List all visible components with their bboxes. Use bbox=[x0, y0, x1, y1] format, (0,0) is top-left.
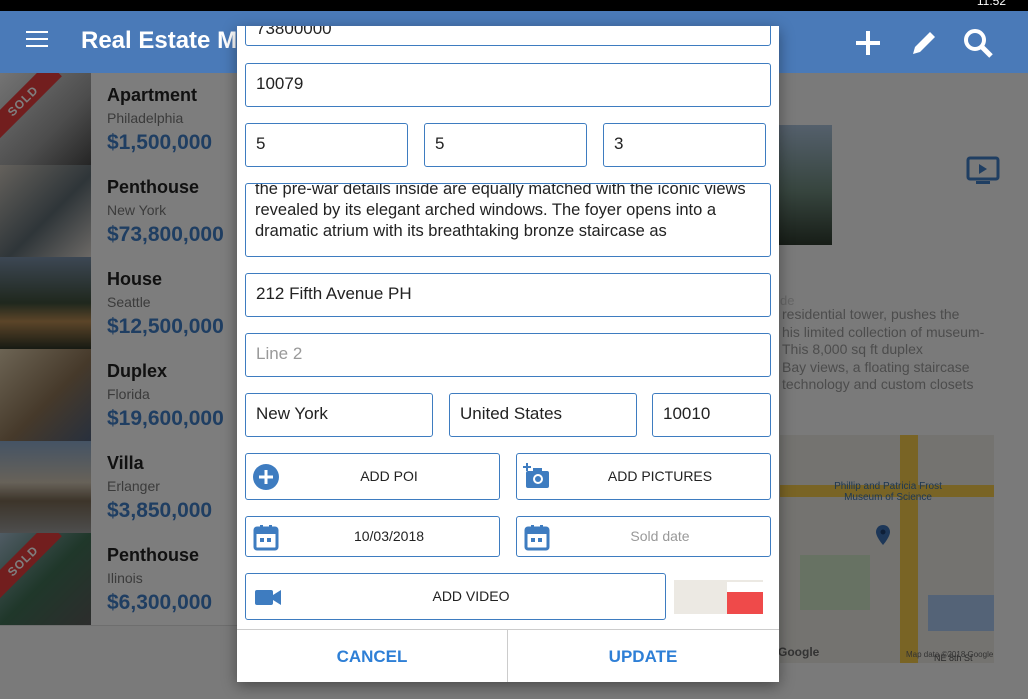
add-icon[interactable] bbox=[852, 27, 884, 59]
add-photo-icon bbox=[523, 463, 549, 488]
description-field[interactable]: the pre-war details inside are equally m… bbox=[245, 183, 771, 257]
calendar-icon bbox=[524, 525, 550, 551]
surface-field[interactable]: 10079 bbox=[245, 63, 771, 107]
add-video-button[interactable]: ADD VIDEO bbox=[245, 573, 666, 620]
cancel-button[interactable]: CANCEL bbox=[237, 630, 507, 682]
edit-property-dialog: 73800000 10079 5 5 3 the pre-war details… bbox=[237, 26, 779, 682]
country-field[interactable]: United States bbox=[449, 393, 637, 437]
bedrooms-field[interactable]: 3 bbox=[603, 123, 766, 167]
dialog-footer: CANCEL UPDATE bbox=[237, 629, 779, 682]
entry-date-label: 10/03/2018 bbox=[353, 528, 425, 544]
price-field[interactable]: 73800000 bbox=[245, 26, 771, 46]
city-field[interactable]: New York bbox=[245, 393, 433, 437]
add-poi-button[interactable]: ADD POI bbox=[245, 453, 500, 500]
search-icon[interactable] bbox=[962, 27, 994, 59]
edit-icon[interactable] bbox=[908, 27, 940, 59]
address-line1-field[interactable]: 212 Fifth Avenue PH bbox=[245, 273, 771, 317]
sold-date-label: Sold date bbox=[630, 528, 690, 544]
add-circle-icon bbox=[253, 464, 279, 490]
video-camera-icon bbox=[255, 590, 281, 605]
add-poi-label: ADD POI bbox=[360, 468, 418, 484]
bathrooms-field[interactable]: 5 bbox=[424, 123, 587, 167]
description-text: the pre-war details inside are equally m… bbox=[255, 183, 746, 240]
add-pictures-label: ADD PICTURES bbox=[607, 468, 713, 484]
entry-date-button[interactable]: 10/03/2018 bbox=[245, 516, 500, 557]
zip-field[interactable]: 10010 bbox=[652, 393, 771, 437]
update-button[interactable]: UPDATE bbox=[508, 630, 778, 682]
calendar-icon bbox=[253, 525, 279, 551]
sold-date-button[interactable]: Sold date bbox=[516, 516, 771, 557]
menu-icon[interactable] bbox=[26, 31, 48, 47]
status-bar: 11:52 bbox=[0, 0, 1028, 11]
rooms-field[interactable]: 5 bbox=[245, 123, 408, 167]
add-pictures-button[interactable]: ADD PICTURES bbox=[516, 453, 771, 500]
add-video-label: ADD VIDEO bbox=[432, 588, 510, 604]
address-line2-field[interactable]: Line 2 bbox=[245, 333, 771, 377]
map-thumbnail[interactable] bbox=[674, 580, 763, 614]
status-time: 11:52 bbox=[976, 0, 1006, 8]
